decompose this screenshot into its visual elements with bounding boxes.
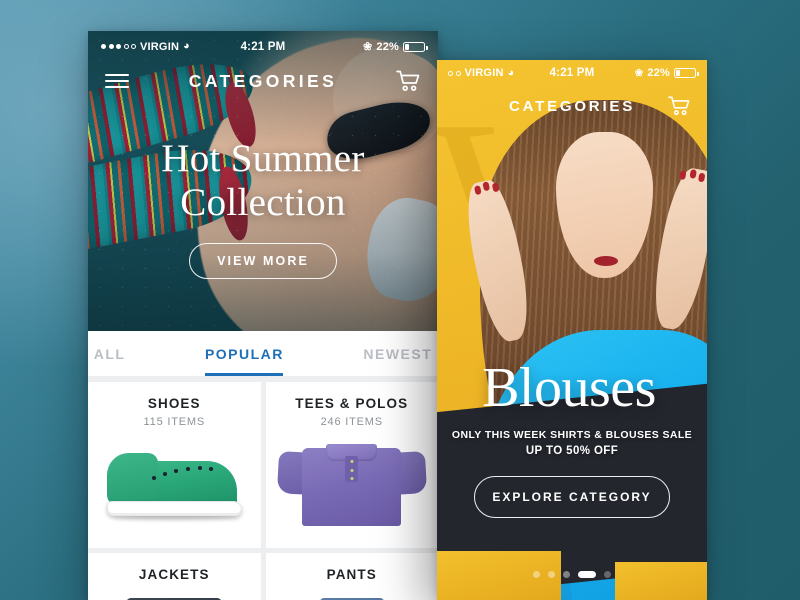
wifi-icon: ◕ xyxy=(183,40,190,52)
product-card-title: SHOES xyxy=(147,396,201,411)
product-category-grid: SHOES 115 ITEMS TEES & POLOS 246 ITEMS J… xyxy=(88,377,438,600)
battery-percent-label: 22% xyxy=(647,67,670,79)
carousel-dot-1[interactable] xyxy=(533,571,540,578)
carousel-dot-3[interactable] xyxy=(563,571,570,578)
carousel-dot-4[interactable] xyxy=(578,571,596,578)
nav-bar-right: CATEGORIES xyxy=(437,79,707,117)
status-bar-signal-group: VIRGIN ◕ xyxy=(448,67,514,79)
green-sneaker-image xyxy=(94,434,255,538)
product-card-shoes[interactable]: SHOES 115 ITEMS xyxy=(88,382,261,548)
carousel-dot-2[interactable] xyxy=(548,571,555,578)
product-card-title: JACKETS xyxy=(138,567,210,582)
hero-copy-block: Hot Summer Collection VIEW MORE xyxy=(88,137,438,280)
battery-percent-label: 22% xyxy=(376,40,399,53)
battery-icon xyxy=(674,68,699,78)
carousel-pagination xyxy=(437,571,707,578)
purple-polo-shirt-image xyxy=(272,434,433,538)
hero-banner-summer[interactable]: VIRGIN ◕ 4:21 PM ❀ 22% CATEGORIES Hot Su… xyxy=(88,31,438,331)
tab-popular[interactable]: POPULAR xyxy=(165,331,323,376)
page-title: CATEGORIES xyxy=(188,70,338,91)
nav-bar-left: CATEGORIES xyxy=(88,53,438,93)
bluetooth-icon: ❀ xyxy=(634,67,644,79)
explore-category-button[interactable]: EXPLORE CATEGORY xyxy=(474,476,670,518)
hero-headline-line1: Hot Summer xyxy=(161,137,365,180)
tab-newest[interactable]: NEWEST xyxy=(324,331,438,376)
model-photo-lips xyxy=(593,256,618,266)
yellow-footer-shape-right xyxy=(615,562,707,600)
status-bar-battery-group: ❀ 22% xyxy=(634,67,699,79)
hero-copy-block-right: Blouses ONLY THIS WEEK SHIRTS & BLOUSES … xyxy=(437,360,707,518)
category-tab-bar: ALL POPULAR NEWEST xyxy=(88,331,438,377)
hero-headline-line2: Collection xyxy=(180,180,346,224)
status-bar-battery-group: ❀ 22% xyxy=(362,40,428,53)
tab-all[interactable]: ALL xyxy=(88,331,165,376)
wallpaper-backdrop: VIRGIN ◕ 4:21 PM ❀ 22% CATEGORIES Hot Su… xyxy=(0,0,800,600)
product-card-title: PANTS xyxy=(326,567,377,582)
sale-text-line1: ONLY THIS WEEK SHIRTS & BLOUSES SALE xyxy=(451,429,693,441)
page-title: CATEGORIES xyxy=(508,97,636,115)
hero-banner-blouses[interactable]: W xyxy=(437,60,707,600)
product-card-title: TEES & POLOS xyxy=(295,396,409,411)
sale-text-line2: UP TO 50% OFF xyxy=(525,445,619,457)
product-card-count: 246 ITEMS xyxy=(320,416,383,428)
wifi-icon: ◕ xyxy=(507,66,515,79)
dark-jacket-image xyxy=(94,588,255,600)
carrier-label: VIRGIN xyxy=(464,67,504,79)
status-bar-right: VIRGIN ◕ 4:21 PM ❀ 22% xyxy=(437,60,707,79)
carousel-dot-5[interactable] xyxy=(604,571,611,578)
status-bar-signal-group: VIRGIN ◕ xyxy=(101,41,190,53)
bluetooth-icon: ❀ xyxy=(362,41,373,53)
blue-pants-image xyxy=(272,588,433,600)
status-bar-left: VIRGIN ◕ 4:21 PM ❀ 22% xyxy=(88,31,438,53)
signal-strength-icon xyxy=(448,70,461,76)
view-more-button[interactable]: VIEW MORE xyxy=(189,243,337,280)
product-card-jackets[interactable]: JACKETS xyxy=(88,553,261,600)
product-card-count: 115 ITEMS xyxy=(143,416,205,428)
signal-strength-icon xyxy=(101,44,136,49)
product-card-tees-polos[interactable]: TEES & POLOS 246 ITEMS xyxy=(265,382,438,548)
product-card-pants[interactable]: PANTS xyxy=(265,553,438,600)
battery-icon xyxy=(403,41,428,52)
hero-headline: Blouses xyxy=(482,357,656,419)
phone-screen-left: VIRGIN ◕ 4:21 PM ❀ 22% CATEGORIES Hot Su… xyxy=(88,31,438,600)
phone-screen-right: W xyxy=(437,60,707,600)
carrier-label: VIRGIN xyxy=(140,40,180,53)
